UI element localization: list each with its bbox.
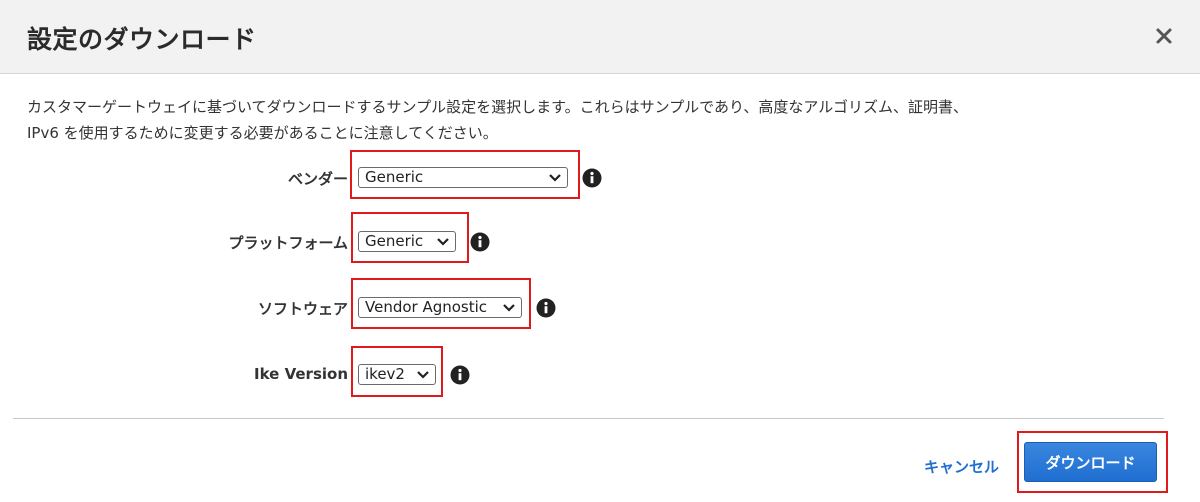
platform-row: プラットフォーム Generic (0, 212, 1200, 263)
vendor-row: ベンダー Generic (0, 150, 1200, 199)
dialog-header: 設定のダウンロード (0, 0, 1200, 74)
close-icon (1156, 28, 1172, 44)
description-line-1: カスタマーゲートウェイに基づいてダウンロードするサンプル設定を選択します。これら… (27, 98, 968, 116)
highlight-box (351, 212, 469, 263)
description-line-2: IPv6 を使用するために変更する必要があることに注意してください。 (27, 124, 498, 142)
software-label: ソフトウェア (257, 300, 348, 318)
dialog-title: 設定のダウンロード (27, 25, 257, 54)
highlight-box (350, 150, 580, 199)
cancel-button[interactable]: キャンセル (924, 456, 999, 477)
platform-label: プラットフォーム (228, 234, 348, 252)
highlight-box (1017, 431, 1168, 493)
footer-divider (13, 418, 1164, 419)
highlight-box (351, 278, 531, 329)
highlight-box (351, 346, 443, 397)
info-icon[interactable] (582, 168, 602, 188)
software-row: ソフトウェア Vendor Agnostic (0, 278, 1200, 329)
ike-version-row: Ike Version ikev2 (0, 346, 1200, 397)
dialog-description: カスタマーゲートウェイに基づいてダウンロードするサンプル設定を選択します。これら… (27, 94, 1177, 146)
info-icon[interactable] (536, 298, 556, 318)
close-button[interactable] (1150, 22, 1178, 50)
vendor-label: ベンダー (287, 170, 348, 188)
info-icon[interactable] (450, 365, 470, 385)
ike-version-label: Ike Version (254, 365, 348, 383)
info-icon[interactable] (470, 232, 490, 252)
